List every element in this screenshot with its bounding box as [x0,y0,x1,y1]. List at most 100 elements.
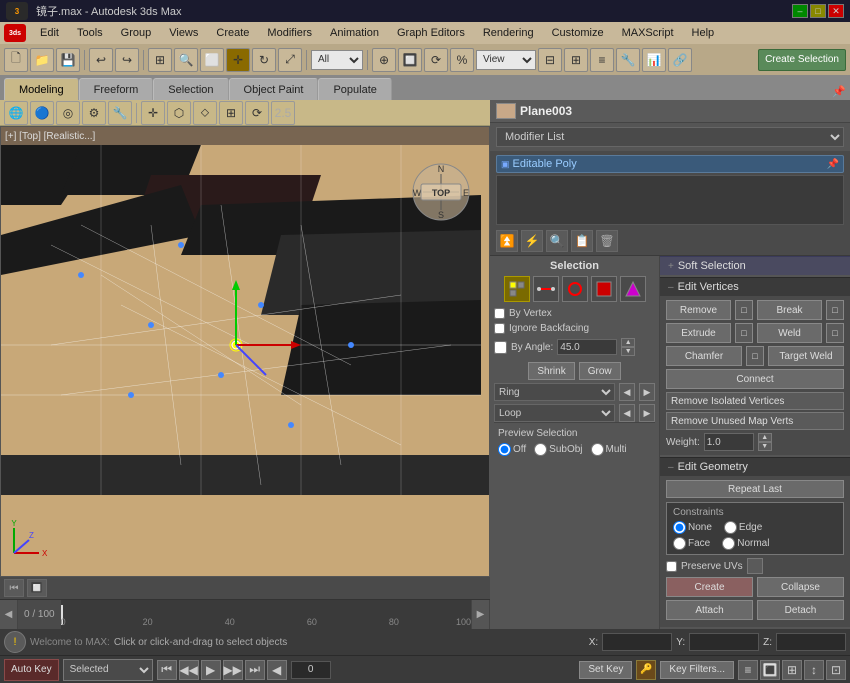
select-by-name-btn[interactable]: 🔍 [174,48,198,72]
edit-geometry-header[interactable]: – Edit Geometry [660,457,850,476]
menu-animation[interactable]: Animation [322,25,387,41]
view-select[interactable]: View World [476,50,536,70]
mod-action-1[interactable]: ⏫ [496,230,518,252]
mod-action-3[interactable]: 🔍 [546,230,568,252]
tab-modeling[interactable]: Modeling [4,78,79,100]
next-frame-btn[interactable]: ▶▶ [223,660,243,680]
ignore-backfacing-checkbox[interactable] [494,323,505,334]
face-radio[interactable]: Face [673,537,710,550]
ring-next-btn[interactable]: ▶ [639,383,655,401]
face-radio-input[interactable] [673,537,686,550]
angle-value-input[interactable] [557,339,617,355]
loop-next-btn[interactable]: ▶ [639,404,655,422]
menu-edit[interactable]: Edit [32,25,67,41]
weld-sq-button[interactable]: □ [826,323,844,343]
track-btn[interactable]: 📊 [642,48,666,72]
none-radio[interactable]: None [673,521,712,534]
goto-end-btn[interactable]: ⏭ [245,660,265,680]
minimize-button[interactable]: – [792,4,808,18]
save-btn[interactable]: 💾 [56,48,80,72]
none-radio-input[interactable] [673,521,686,534]
align-btn[interactable]: ⊟ [538,48,562,72]
preview-multi-input[interactable] [591,443,604,456]
collapse-button[interactable]: Collapse [757,577,844,597]
preserve-uvs-sq-btn[interactable] [747,558,763,574]
rotate-btn[interactable]: ↻ [252,48,276,72]
sub-btn-7[interactable]: ⬡ [167,101,191,125]
subobj-edge-icon[interactable] [533,276,559,302]
weld-button[interactable]: Weld [757,323,822,343]
sub-btn-3[interactable]: ◎ [56,101,80,125]
pct-snap-btn[interactable]: % [450,48,474,72]
shrink-button[interactable]: Shrink [528,362,574,380]
sub-btn-5[interactable]: 🔧 [108,101,132,125]
timeline-next[interactable]: ▶ [472,600,490,630]
status-warning-icon[interactable]: ! [4,631,26,653]
y-coord-input[interactable] [689,633,759,651]
tab-object-paint[interactable]: Object Paint [229,78,319,100]
modifier-list-area[interactable] [496,175,844,225]
sub-btn-8[interactable]: ⬦ [193,101,217,125]
open-btn[interactable]: 📁 [30,48,54,72]
key-icon[interactable]: 🔑 [636,660,656,680]
prev-frame-btn[interactable]: ◀◀ [179,660,199,680]
move-btn[interactable]: ✛ [226,48,250,72]
close-button[interactable]: ✕ [828,4,844,18]
grow-button[interactable]: Grow [579,362,621,380]
auto-key-button[interactable]: Auto Key [4,659,59,681]
extra-btn-5[interactable]: ⊡ [826,660,846,680]
loop-prev-btn[interactable]: ◀ [619,404,635,422]
preview-off-radio[interactable]: Off [498,443,526,456]
by-vertex-checkbox[interactable] [494,308,505,319]
ring-prev-btn[interactable]: ◀ [619,383,635,401]
preview-subobj-input[interactable] [534,443,547,456]
x-coord-input[interactable] [602,633,672,651]
extra-btn-3[interactable]: ⊞ [782,660,802,680]
maximize-button[interactable]: □ [810,4,826,18]
scale-btn[interactable]: ⤢ [278,48,302,72]
subobj-vertex-icon[interactable] [504,276,530,302]
attach-button[interactable]: Attach [666,600,753,620]
chamfer-button[interactable]: Chamfer [666,346,742,366]
modifier-list-dropdown[interactable]: Modifier List [496,127,844,147]
remove-unused-button[interactable]: Remove Unused Map Verts [666,412,844,430]
sub-btn-num[interactable]: 2.5 [271,101,295,125]
extra-btn-1[interactable]: ≡ [738,660,758,680]
key-filters-button[interactable]: Key Filters... [660,661,734,679]
preview-multi-radio[interactable]: Multi [591,443,627,456]
tab-populate[interactable]: Populate [318,78,391,100]
angle-up-btn[interactable]: ▲ [621,338,635,347]
mod-action-5[interactable]: 🗑 [596,230,618,252]
editable-poly-item[interactable]: ▣ Editable Poly 📌 [496,155,844,173]
mirror-btn[interactable]: ⊞ [564,48,588,72]
edit-vertices-header[interactable]: – Edit Vertices [660,277,850,296]
play-btn[interactable]: ▶ [201,660,221,680]
edge-radio[interactable]: Edge [724,521,762,534]
menu-rendering[interactable]: Rendering [475,25,542,41]
sub-btn-2[interactable]: 🔵 [30,101,54,125]
menu-tools[interactable]: Tools [69,25,111,41]
timeline-track[interactable]: 0 20 40 60 80 100 [61,600,472,629]
loop-select[interactable]: Loop [494,404,615,422]
new-scene-btn[interactable]: 🗋 [4,48,28,72]
redo-btn[interactable]: ↪ [115,48,139,72]
layer-btn[interactable]: ≡ [590,48,614,72]
ribbon-btn[interactable]: 🔧 [616,48,640,72]
sub-btn-1[interactable]: 🌐 [4,101,28,125]
vb-icon-2[interactable]: 🔲 [27,579,47,597]
remove-button[interactable]: Remove [666,300,731,320]
timeline-prev[interactable]: ◀ [0,600,18,630]
viewport-3d[interactable]: [+] [Top] [Realistic...] [0,126,490,577]
remove-sq-button[interactable]: □ [735,300,753,320]
menu-maxscript[interactable]: MAXScript [614,25,682,41]
menu-create[interactable]: Create [208,25,257,41]
menu-group[interactable]: Group [113,25,160,41]
normal-radio-input[interactable] [722,537,735,550]
menu-modifiers[interactable]: Modifiers [259,25,320,41]
modifier-pin-icon[interactable]: 📌 [827,159,839,170]
object-color-swatch[interactable] [496,103,516,119]
detach-button[interactable]: Detach [757,600,844,620]
reference-coord-select[interactable]: All World Local [311,50,363,70]
ring-select[interactable]: Ring [494,383,615,401]
create-selection-button[interactable]: Create Selection [758,49,846,71]
